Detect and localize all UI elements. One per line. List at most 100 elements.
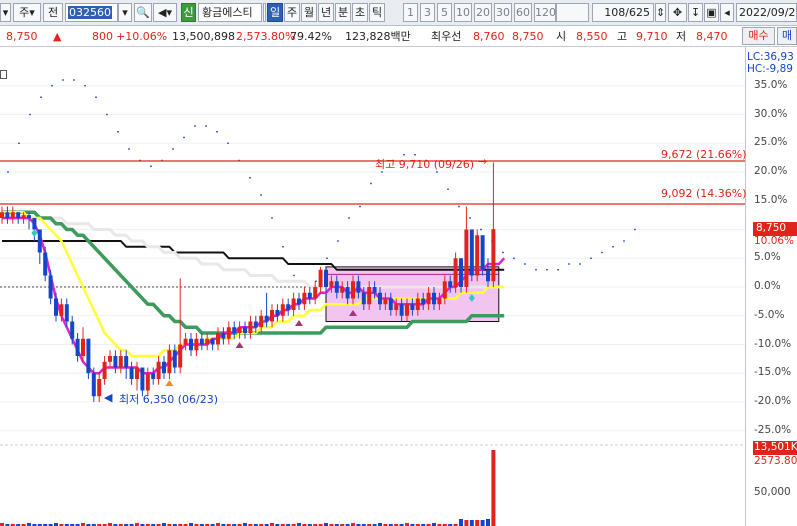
y-tick-label: 25.0% bbox=[754, 136, 788, 149]
projection-dot bbox=[623, 240, 625, 242]
projection-dot bbox=[480, 228, 482, 231]
interval-5[interactable]: 5 bbox=[437, 3, 452, 22]
period-select-value: 주 bbox=[19, 6, 30, 19]
candle-body bbox=[183, 338, 188, 345]
price-tag-pct: 10.06% bbox=[754, 235, 795, 247]
tab-1[interactable]: 주 bbox=[284, 3, 300, 22]
date-field[interactable]: 2022/09/26 bbox=[736, 3, 797, 22]
candle-body bbox=[388, 298, 393, 310]
candle-body bbox=[178, 344, 183, 368]
candle-body bbox=[491, 229, 496, 282]
price-chart[interactable] bbox=[0, 47, 797, 526]
candle-body bbox=[140, 367, 145, 391]
period-select[interactable]: 주▾ bbox=[13, 3, 41, 22]
chart-menu-icon[interactable] bbox=[0, 70, 7, 79]
tab-5[interactable]: 초 bbox=[352, 3, 368, 22]
candle-body bbox=[264, 315, 269, 322]
candle-body bbox=[86, 338, 91, 374]
projection-dot bbox=[612, 245, 614, 248]
new-listing-badge: 신 bbox=[181, 3, 196, 22]
candle-body bbox=[480, 235, 485, 270]
stock-name-field[interactable]: 황금에스티 bbox=[198, 3, 262, 22]
tab-2[interactable]: 월 bbox=[301, 3, 317, 22]
candle-body bbox=[291, 298, 296, 310]
candle-body bbox=[448, 281, 453, 287]
low-label: 저 bbox=[676, 30, 687, 43]
tab-0[interactable]: 일 bbox=[267, 3, 283, 22]
projection-dot bbox=[172, 148, 174, 150]
search-icon[interactable]: 🔍 bbox=[134, 3, 152, 22]
buy-button[interactable]: 매수 bbox=[742, 27, 775, 45]
volume-bar bbox=[469, 520, 474, 526]
count-field[interactable]: 108/625 bbox=[592, 3, 654, 22]
compare-icon[interactable]: ✥ bbox=[668, 3, 687, 22]
code-dropdown-icon[interactable]: ▾ bbox=[118, 3, 132, 22]
candle-body bbox=[302, 292, 307, 305]
candle-body bbox=[453, 258, 458, 287]
stock-code-input[interactable]: 032560 bbox=[65, 3, 118, 22]
candle-body bbox=[118, 356, 123, 368]
interval-20[interactable]: 20 bbox=[474, 3, 492, 22]
projection-dot bbox=[282, 245, 284, 248]
quote-bar: 8,750 ▲ 800 +10.06% 13,500,898 2,573.80%… bbox=[0, 26, 797, 47]
save-icon[interactable]: ▣ bbox=[704, 3, 719, 22]
candle-body bbox=[286, 304, 291, 310]
y-tick-label: 0.0% bbox=[754, 280, 781, 292]
candle-body bbox=[383, 298, 388, 305]
tab-6[interactable]: 틱 bbox=[369, 3, 385, 22]
y-tick-label: -15.0% bbox=[754, 366, 792, 379]
projection-dot bbox=[447, 188, 449, 191]
y-tick-label: 30.0% bbox=[754, 107, 788, 120]
projection-dot bbox=[337, 240, 339, 242]
candle-body bbox=[32, 218, 37, 230]
interval-60[interactable]: 60 bbox=[514, 3, 532, 22]
projection-dot bbox=[216, 130, 218, 133]
high-marker-label: 최고 9,710 (09/26) bbox=[375, 158, 475, 171]
tab-3[interactable]: 년 bbox=[318, 3, 334, 22]
interval-10[interactable]: 10 bbox=[454, 3, 472, 22]
volume-bar bbox=[475, 520, 480, 526]
window-menu-icon[interactable]: ▾ bbox=[0, 3, 11, 22]
projection-dot bbox=[535, 268, 537, 271]
candle-body bbox=[486, 269, 490, 282]
candle-body bbox=[442, 281, 447, 299]
candle-body bbox=[199, 338, 204, 345]
candle-body bbox=[167, 350, 172, 374]
count-spinner-icon[interactable]: ⇕ bbox=[655, 3, 666, 22]
volume-tag-value: 13,501K bbox=[754, 441, 797, 453]
market-select[interactable]: 전 bbox=[43, 3, 63, 22]
interval-120[interactable]: 120 bbox=[534, 3, 556, 22]
projection-dot bbox=[95, 96, 97, 99]
interval-3[interactable]: 3 bbox=[420, 3, 435, 22]
best-ask: 8,760 bbox=[473, 30, 505, 43]
y-tick-label: 20.0% bbox=[754, 165, 788, 177]
interval-spinner[interactable] bbox=[556, 3, 589, 22]
projection-dot bbox=[260, 194, 262, 196]
tab-4[interactable]: 분 bbox=[335, 3, 351, 22]
candle-body bbox=[108, 356, 112, 362]
projection-dot bbox=[106, 113, 108, 116]
candle-body bbox=[378, 292, 382, 305]
candle-body bbox=[259, 315, 264, 328]
sell-button[interactable]: 매 bbox=[777, 27, 797, 45]
interval-1[interactable]: 1 bbox=[403, 3, 418, 22]
candle-body bbox=[469, 229, 474, 276]
candle-body bbox=[151, 373, 156, 379]
candle-body bbox=[59, 304, 64, 316]
projection-dot bbox=[601, 251, 603, 254]
sound-icon[interactable]: ◀▾ bbox=[153, 3, 177, 22]
candle-body bbox=[248, 321, 253, 333]
info-icon[interactable] bbox=[263, 3, 266, 22]
candle-body bbox=[221, 333, 226, 339]
projection-dot bbox=[469, 217, 471, 219]
prev-date-icon[interactable]: ◂ bbox=[720, 3, 734, 22]
bookmark-icon[interactable]: ↧ bbox=[688, 3, 703, 22]
volume-bar bbox=[491, 450, 496, 526]
candle-body bbox=[475, 235, 480, 276]
volume-bar bbox=[459, 519, 463, 526]
candle-body bbox=[162, 361, 166, 374]
interval-30[interactable]: 30 bbox=[494, 3, 512, 22]
candle-body bbox=[313, 287, 318, 299]
projection-dot bbox=[150, 165, 152, 168]
projection-dot bbox=[73, 79, 75, 81]
